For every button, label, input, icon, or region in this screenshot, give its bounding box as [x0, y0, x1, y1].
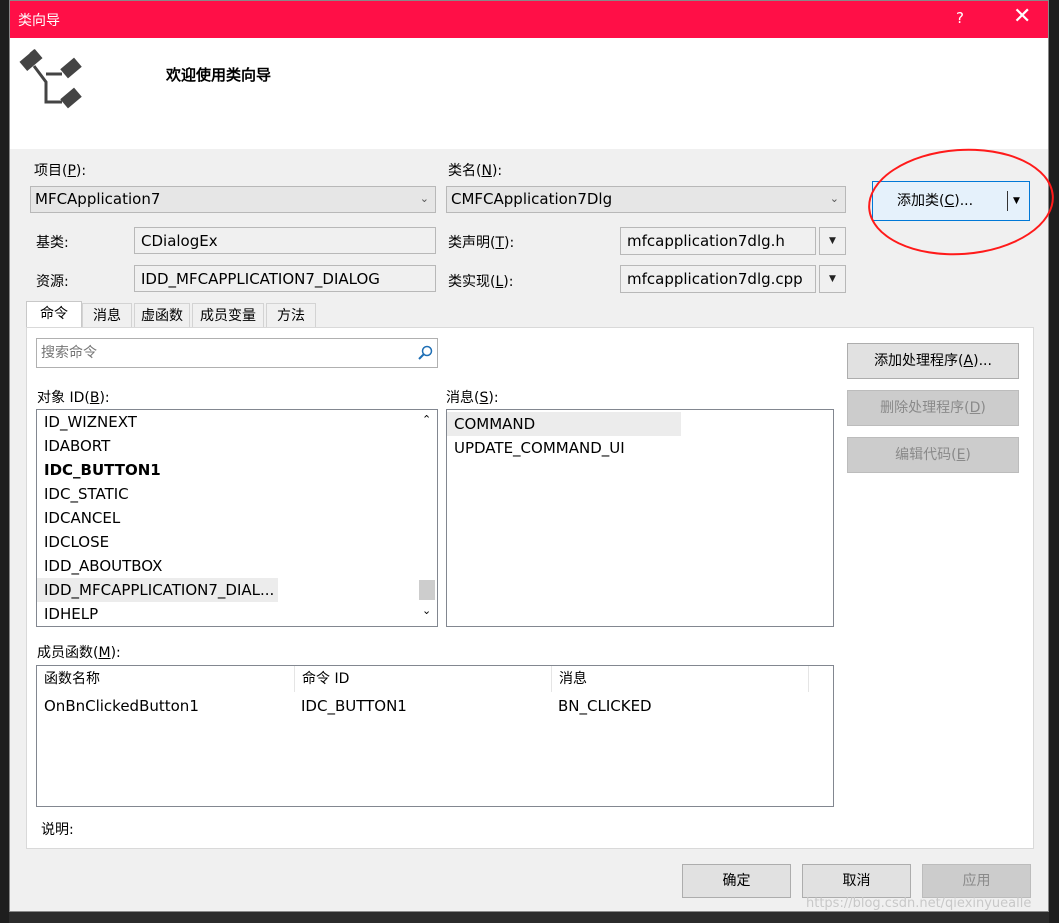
table-cell: BN_CLICKED: [558, 697, 652, 715]
add-handler-button[interactable]: 添加处理程序(A)...: [847, 343, 1019, 379]
background-window-right: [1049, 0, 1059, 923]
list-item[interactable]: IDABORT: [44, 434, 110, 458]
wizard-header: 欢迎使用类向导: [10, 38, 1048, 149]
list-item[interactable]: UPDATE_COMMAND_UI: [454, 436, 625, 460]
tab-messages[interactable]: 消息: [82, 303, 132, 328]
member-functions-table[interactable]: 函数名称 命令 ID 消息 OnBnClickedButton1 IDC_BUT…: [36, 665, 834, 807]
list-item[interactable]: IDD_MFCAPPLICATION7_DIAL...: [44, 578, 274, 602]
help-button[interactable]: ?: [956, 9, 964, 27]
list-item[interactable]: IDCANCEL: [44, 506, 120, 530]
resource-label: 资源:: [36, 274, 69, 290]
cancel-button[interactable]: 取消: [802, 864, 911, 898]
list-item[interactable]: IDD_ABOUTBOX: [44, 554, 162, 578]
table-cell: IDC_BUTTON1: [301, 697, 407, 715]
tab-methods[interactable]: 方法: [266, 303, 316, 328]
messages-label: 消息(S):: [446, 390, 499, 406]
description-label: 说明:: [41, 822, 74, 838]
search-input[interactable]: [39, 341, 413, 365]
ok-button[interactable]: 确定: [682, 864, 791, 898]
chevron-down-icon[interactable]: ⌄: [422, 604, 431, 617]
messages-list[interactable]: COMMAND UPDATE_COMMAND_UI: [446, 409, 834, 627]
search-icon: [418, 345, 433, 360]
class-wizard-dialog: 类向导 ? ✕ 欢迎使用类向导 项目(P): MFCApplication7 ⌄…: [9, 0, 1058, 912]
tab-commands[interactable]: 命令: [26, 301, 82, 328]
project-label: 项目(P):: [34, 163, 87, 179]
tab-member-variables[interactable]: 成员变量: [192, 303, 264, 328]
apply-button[interactable]: 应用: [922, 864, 1031, 898]
close-button[interactable]: ✕: [1013, 5, 1031, 29]
background-window-left: [0, 0, 9, 923]
base-class-field: CDialogEx: [134, 227, 436, 254]
class-wizard-icon: [19, 48, 82, 109]
welcome-text: 欢迎使用类向导: [166, 66, 272, 84]
table-row[interactable]: OnBnClickedButton1 IDC_BUTTON1 BN_CLICKE…: [37, 692, 833, 716]
dialog-title: 类向导: [18, 13, 60, 29]
watermark: https://blog.csdn.net/qiexinyuealle: [806, 896, 1032, 911]
resource-field: IDD_MFCAPPLICATION7_DIALOG: [134, 265, 436, 292]
list-item[interactable]: IDC_STATIC: [44, 482, 129, 506]
project-combo[interactable]: MFCApplication7 ⌄: [30, 186, 436, 213]
object-id-label: 对象 ID(B):: [37, 390, 110, 406]
annotation-circle: [864, 142, 1058, 262]
list-item[interactable]: ID_WIZNEXT: [44, 410, 137, 434]
tab-virtual-functions[interactable]: 虚函数: [134, 303, 190, 328]
scrollbar-thumb[interactable]: [419, 580, 435, 600]
class-decl-field: mfcapplication7dlg.h: [620, 227, 816, 255]
classname-value: CMFCApplication7Dlg: [451, 190, 613, 208]
list-item[interactable]: IDHELP: [44, 602, 98, 626]
column-header-function-name[interactable]: 函数名称: [37, 666, 295, 692]
list-item[interactable]: IDCLOSE: [44, 530, 109, 554]
list-item[interactable]: COMMAND: [454, 412, 535, 436]
column-header-command-id[interactable]: 命令 ID: [295, 666, 552, 692]
edit-code-button[interactable]: 编辑代码(E): [847, 437, 1019, 473]
chevron-up-icon[interactable]: ⌃: [422, 413, 431, 426]
commands-panel: 对象 ID(B): ID_WIZNEXT IDABORT IDC_BUTTON1…: [26, 327, 1034, 849]
classname-label: 类名(N):: [448, 163, 503, 179]
object-id-list[interactable]: ID_WIZNEXT IDABORT IDC_BUTTON1 IDC_STATI…: [36, 409, 438, 627]
search-box[interactable]: [36, 338, 438, 368]
class-impl-dropdown[interactable]: ▼: [819, 265, 846, 293]
member-functions-label: 成员函数(M):: [37, 645, 121, 661]
class-decl-dropdown[interactable]: ▼: [819, 227, 846, 255]
class-impl-field: mfcapplication7dlg.cpp: [620, 265, 816, 293]
object-id-scrollbar[interactable]: ⌃ ⌄: [417, 410, 437, 626]
base-class-label: 基类:: [36, 235, 69, 251]
project-value: MFCApplication7: [35, 190, 161, 208]
class-decl-label: 类声明(T):: [448, 235, 515, 251]
classname-combo[interactable]: CMFCApplication7Dlg ⌄: [446, 186, 846, 213]
chevron-down-icon: ⌄: [829, 192, 839, 205]
list-item[interactable]: IDC_BUTTON1: [44, 458, 161, 482]
column-header-message[interactable]: 消息: [552, 666, 809, 692]
table-cell: OnBnClickedButton1: [44, 697, 199, 715]
class-impl-label: 类实现(L):: [448, 274, 514, 290]
delete-handler-button[interactable]: 删除处理程序(D): [847, 390, 1019, 426]
chevron-down-icon: ⌄: [419, 192, 429, 205]
title-bar: 类向导 ? ✕: [10, 1, 1048, 38]
